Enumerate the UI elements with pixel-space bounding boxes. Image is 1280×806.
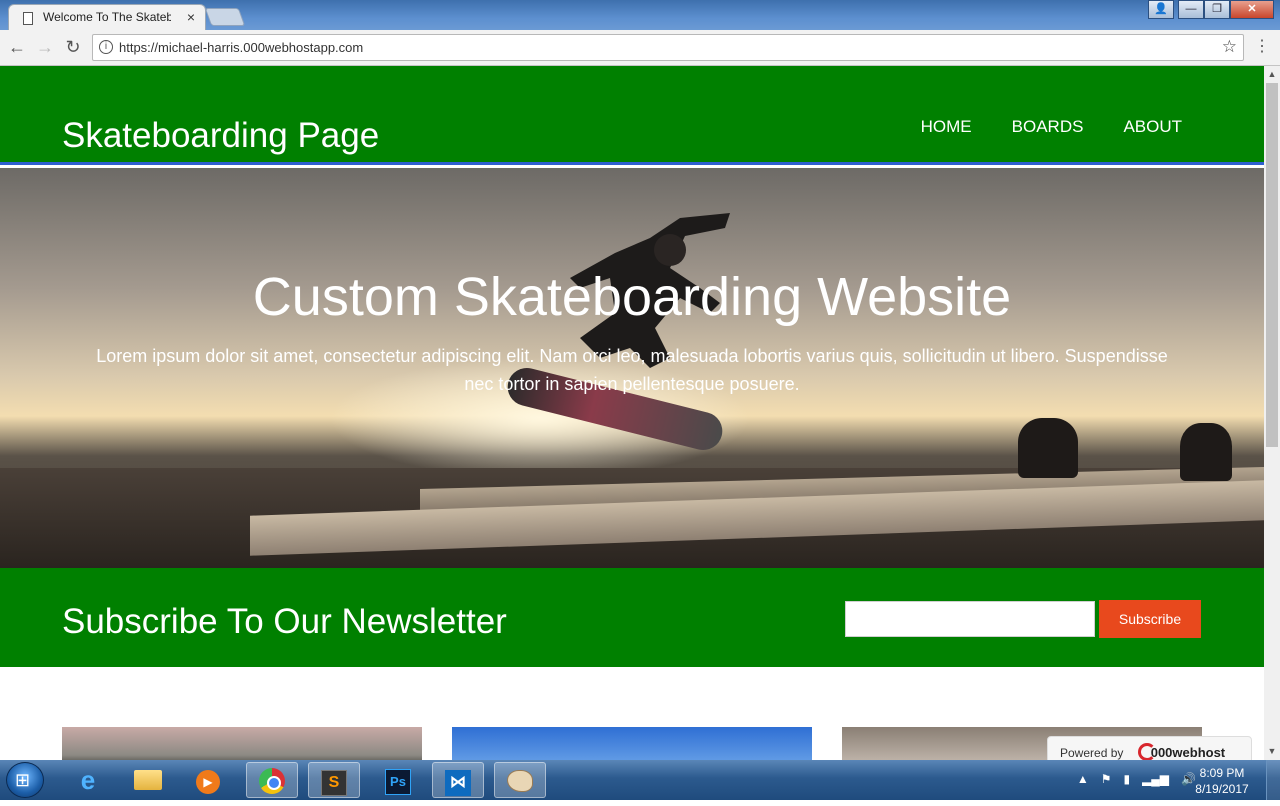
web-page: Skateboarding Page HOME BOARDS ABOUT Cus… bbox=[0, 66, 1264, 760]
powered-by-label: Powered by bbox=[1060, 746, 1124, 760]
hero-text: Lorem ipsum dolor sit amet, consectetur … bbox=[96, 346, 1168, 394]
bystander-1 bbox=[1018, 418, 1078, 478]
browser-tab[interactable]: Welcome To The Skateboarding Page × bbox=[8, 4, 206, 32]
forward-icon[interactable]: → bbox=[34, 36, 56, 58]
windows-taskbar: ⊞ e ▶ S Ps ⋈ ▲ ⚑ ▮ ▂▄▆ 🔊 8:09 PM 8/19/20… bbox=[0, 760, 1280, 800]
file-explorer-icon[interactable] bbox=[122, 762, 174, 798]
action-center-flag-icon[interactable]: ⚑ bbox=[1101, 772, 1112, 786]
maximize-button[interactable]: ❐ bbox=[1204, 0, 1230, 19]
browser-toolbar: ← → ↻ i https://michael-harris.000webhos… bbox=[0, 30, 1280, 66]
windows-logo-icon: ⊞ bbox=[15, 770, 31, 790]
newsletter-email-input[interactable] bbox=[845, 601, 1095, 637]
close-window-button[interactable]: ✕ bbox=[1230, 0, 1274, 19]
browser-menu-icon[interactable]: ⋮ bbox=[1254, 36, 1270, 56]
scroll-thumb[interactable] bbox=[1266, 83, 1278, 447]
photoshop-logo-icon: Ps bbox=[385, 769, 411, 795]
page-icon bbox=[23, 12, 33, 25]
page-scrollbar[interactable]: ▲ ▼ bbox=[1264, 66, 1280, 760]
scroll-up-arrow-icon[interactable]: ▲ bbox=[1264, 66, 1280, 83]
sublime-logo-icon: S bbox=[321, 770, 347, 796]
chrome-logo-icon bbox=[259, 768, 285, 794]
nav-home[interactable]: HOME bbox=[921, 117, 972, 137]
palette-icon bbox=[507, 770, 533, 792]
nav-boards[interactable]: BOARDS bbox=[1012, 117, 1084, 137]
user-icon[interactable]: 👤 bbox=[1148, 0, 1174, 19]
back-icon[interactable]: ← bbox=[6, 36, 28, 58]
show-desktop-button[interactable] bbox=[1266, 760, 1280, 800]
site-header: Skateboarding Page HOME BOARDS ABOUT bbox=[0, 66, 1264, 165]
board-thumbnail-1[interactable] bbox=[62, 727, 422, 760]
system-tray: ▲ ⚑ ▮ ▂▄▆ 🔊 bbox=[1077, 772, 1196, 786]
clock-time: 8:09 PM bbox=[1199, 766, 1245, 780]
000webhost-logo-icon bbox=[1138, 743, 1156, 760]
battery-icon[interactable]: ▮ bbox=[1123, 772, 1130, 786]
tray-expand-icon[interactable]: ▲ bbox=[1077, 772, 1089, 786]
chrome-icon[interactable] bbox=[246, 762, 298, 798]
browser-titlebar: Welcome To The Skateboarding Page × 👤 — … bbox=[0, 0, 1280, 32]
window-controls: 👤 — ❐ ✕ bbox=[1148, 0, 1274, 20]
sublime-text-icon[interactable]: S bbox=[308, 762, 360, 798]
taskbar-clock[interactable]: 8:09 PM 8/19/2017 bbox=[1192, 765, 1252, 797]
subscribe-button[interactable]: Subscribe bbox=[1099, 600, 1201, 638]
bookmark-star-icon[interactable]: ☆ bbox=[1222, 37, 1237, 57]
site-logo[interactable]: Skateboarding Page bbox=[62, 116, 379, 156]
board-thumbnail-2[interactable] bbox=[452, 727, 812, 760]
tab-close-icon[interactable]: × bbox=[187, 9, 195, 25]
hero-banner: Custom Skateboarding Website Lorem ipsum… bbox=[0, 168, 1264, 568]
network-signal-icon[interactable]: ▂▄▆ bbox=[1142, 772, 1169, 786]
minimize-button[interactable]: — bbox=[1178, 0, 1204, 19]
powered-by-brand: 000webhost bbox=[1150, 745, 1226, 760]
newsletter-section: Subscribe To Our Newsletter Subscribe bbox=[0, 568, 1264, 667]
clock-date: 8/19/2017 bbox=[1195, 782, 1249, 796]
photoshop-icon[interactable]: Ps bbox=[372, 762, 424, 798]
powered-by-badge[interactable]: Powered by 000webhost bbox=[1047, 736, 1252, 760]
visual-studio-icon[interactable]: ⋈ bbox=[432, 762, 484, 798]
address-bar[interactable]: i https://michael-harris.000webhostapp.c… bbox=[92, 34, 1244, 61]
main-nav: HOME BOARDS ABOUT bbox=[921, 117, 1182, 137]
new-tab-button[interactable] bbox=[204, 8, 246, 26]
bystander-2 bbox=[1180, 423, 1232, 481]
hero-title: Custom Skateboarding Website bbox=[252, 267, 1012, 327]
reload-icon[interactable]: ↻ bbox=[62, 36, 84, 58]
play-icon: ▶ bbox=[196, 770, 220, 794]
newsletter-title: Subscribe To Our Newsletter bbox=[62, 602, 507, 641]
scroll-down-arrow-icon[interactable]: ▼ bbox=[1264, 743, 1280, 760]
folder-icon bbox=[134, 770, 162, 790]
start-button[interactable]: ⊞ bbox=[6, 762, 44, 798]
internet-explorer-icon[interactable]: e bbox=[62, 762, 114, 798]
tab-title: Welcome To The Skateboarding Page bbox=[43, 10, 171, 24]
url-text: https://michael-harris.000webhostapp.com bbox=[119, 40, 364, 55]
site-info-icon[interactable]: i bbox=[99, 40, 113, 54]
paint-icon[interactable] bbox=[494, 762, 546, 798]
media-player-icon[interactable]: ▶ bbox=[182, 762, 234, 798]
nav-about[interactable]: ABOUT bbox=[1123, 117, 1182, 137]
vs-logo-icon: ⋈ bbox=[445, 770, 471, 796]
